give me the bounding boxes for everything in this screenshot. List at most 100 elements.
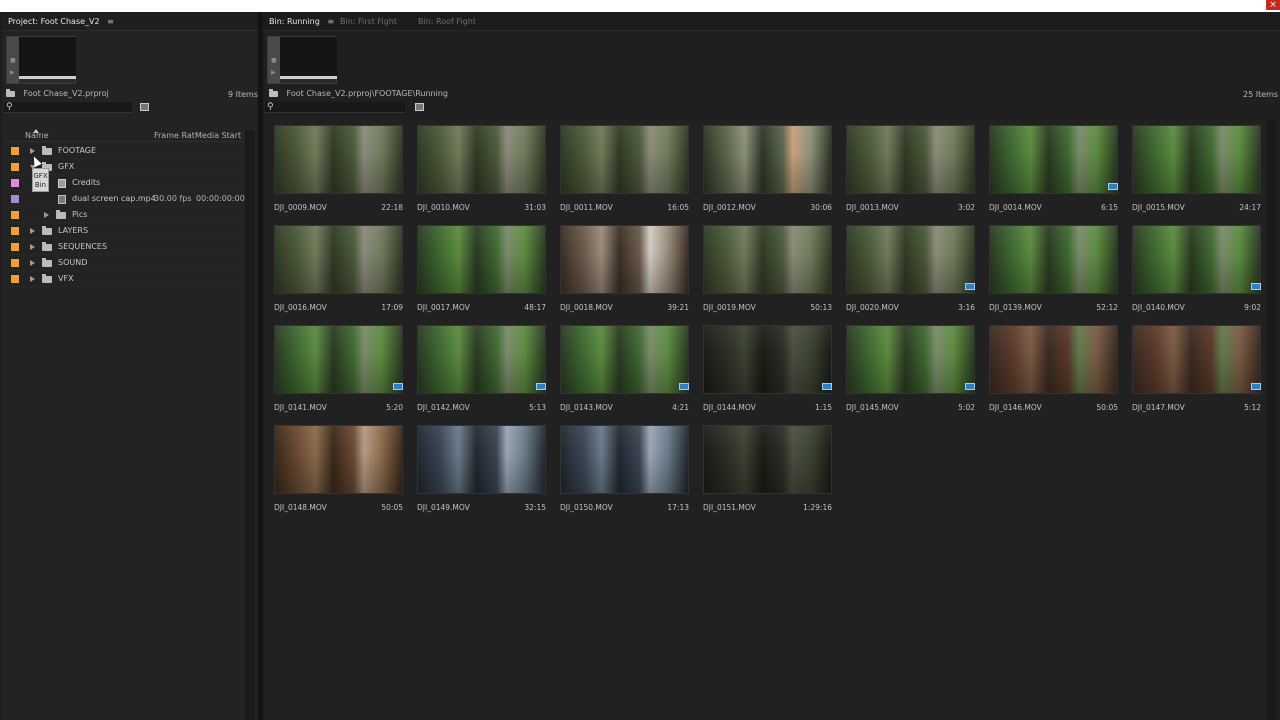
- clip-thumbnail[interactable]: [1132, 325, 1261, 394]
- project-search-input[interactable]: ⚲: [4, 102, 132, 113]
- clip-item[interactable]: DJI_0019.MOV 50:13: [701, 225, 832, 321]
- disclosure-closed-icon[interactable]: [44, 212, 49, 218]
- clip-name: DJI_0148.MOV: [274, 503, 327, 512]
- clip-item[interactable]: DJI_0148.MOV 50:05: [272, 425, 403, 521]
- clip-thumbnail[interactable]: [560, 425, 689, 494]
- play-icon[interactable]: ▶: [271, 69, 276, 76]
- tree-row-dual-screen-cap-mp4[interactable]: dual screen cap.mp4 30.00 fps 00:00:00:00: [4, 191, 245, 207]
- disclosure-closed-icon[interactable]: [30, 260, 35, 266]
- clip-item[interactable]: DJI_0020.MOV 3:16: [844, 225, 975, 321]
- clip-thumbnail[interactable]: [703, 325, 832, 394]
- project-tab-bar: Project: Foot Chase_V2 ≡: [2, 12, 258, 31]
- clip-thumbnail[interactable]: [846, 125, 975, 194]
- clip-item[interactable]: DJI_0140.MOV 9:02: [1130, 225, 1261, 321]
- tree-item-media-start: 00:00:00:00: [196, 194, 245, 203]
- clip-thumbnail[interactable]: [417, 425, 546, 494]
- clip-thumbnail[interactable]: [560, 325, 689, 394]
- clip-duration: 5:20: [386, 403, 403, 412]
- label-color-swatch[interactable]: [11, 163, 19, 171]
- clip-thumbnail[interactable]: [846, 225, 975, 294]
- clip-thumbnail[interactable]: [703, 225, 832, 294]
- clip-thumbnail[interactable]: [703, 125, 832, 194]
- tree-item-name: VFX: [58, 274, 74, 283]
- clip-thumbnail[interactable]: [846, 325, 975, 394]
- column-media-start[interactable]: Media Start: [195, 129, 241, 142]
- clip-item[interactable]: DJI_0141.MOV 5:20: [272, 325, 403, 421]
- clip-item[interactable]: DJI_0147.MOV 5:12: [1130, 325, 1261, 421]
- in-use-badge-icon: [679, 383, 689, 390]
- disclosure-closed-icon[interactable]: [30, 148, 35, 154]
- clip-item[interactable]: DJI_0016.MOV 17:09: [272, 225, 403, 321]
- clip-item[interactable]: DJI_0151.MOV 1:29:16: [701, 425, 832, 521]
- tab-project[interactable]: Project: Foot Chase_V2 ≡: [2, 12, 120, 31]
- label-color-swatch[interactable]: [11, 259, 19, 267]
- project-scrollbar[interactable]: [245, 130, 255, 720]
- clip-item[interactable]: DJI_0013.MOV 3:02: [844, 125, 975, 221]
- clip-item[interactable]: DJI_0014.MOV 6:15: [987, 125, 1118, 221]
- clip-item[interactable]: DJI_0015.MOV 24:17: [1130, 125, 1261, 221]
- clip-thumbnail[interactable]: [989, 125, 1118, 194]
- tab-bin-running[interactable]: Bin: Running ≡: [263, 12, 340, 31]
- tab-bin-first-fight[interactable]: Bin: First Fight: [334, 12, 403, 31]
- clip-thumbnail[interactable]: [274, 325, 403, 394]
- clip-item[interactable]: DJI_0146.MOV 50:05: [987, 325, 1118, 421]
- tree-row-pics[interactable]: Pics: [4, 207, 244, 223]
- label-color-swatch[interactable]: [11, 147, 19, 155]
- clip-item[interactable]: DJI_0144.MOV 1:15: [701, 325, 832, 421]
- in-use-badge-icon: [1108, 183, 1118, 190]
- clip-thumbnail[interactable]: [989, 225, 1118, 294]
- label-color-swatch[interactable]: [11, 211, 19, 219]
- clip-thumbnail[interactable]: [274, 225, 403, 294]
- clip-thumbnail[interactable]: [1132, 125, 1261, 194]
- tree-row-layers[interactable]: LAYERS: [4, 223, 244, 239]
- label-color-swatch[interactable]: [11, 179, 19, 187]
- clip-item[interactable]: DJI_0010.MOV 31:03: [415, 125, 546, 221]
- clip-item[interactable]: DJI_0145.MOV 5:02: [844, 325, 975, 421]
- camera-icon[interactable]: ■: [271, 57, 277, 64]
- new-bin-icon[interactable]: [140, 103, 149, 111]
- clip-thumbnail[interactable]: [560, 125, 689, 194]
- clip-thumbnail[interactable]: [417, 325, 546, 394]
- label-color-swatch[interactable]: [11, 275, 19, 283]
- clip-item[interactable]: DJI_0143.MOV 4:21: [558, 325, 689, 421]
- clip-thumbnail[interactable]: [274, 125, 403, 194]
- tree-row-footage[interactable]: FOOTAGE: [4, 143, 244, 159]
- clip-item[interactable]: DJI_0017.MOV 48:17: [415, 225, 546, 321]
- clip-item[interactable]: DJI_0009.MOV 22:18: [272, 125, 403, 221]
- label-color-swatch[interactable]: [11, 243, 19, 251]
- bin-scrollbar[interactable]: [1266, 120, 1276, 720]
- clip-thumbnail[interactable]: [560, 225, 689, 294]
- tab-bin-roof-fight[interactable]: Bin: Roof Fight: [412, 12, 482, 31]
- clip-thumbnail[interactable]: [703, 425, 832, 494]
- disclosure-closed-icon[interactable]: [30, 244, 35, 250]
- label-color-swatch[interactable]: [11, 227, 19, 235]
- column-frame-rate[interactable]: Frame Rat: [154, 129, 195, 142]
- clip-item[interactable]: DJI_0018.MOV 39:21: [558, 225, 689, 321]
- clip-thumbnail[interactable]: [417, 125, 546, 194]
- disclosure-closed-icon[interactable]: [30, 228, 35, 234]
- disclosure-closed-icon[interactable]: [30, 276, 35, 282]
- clip-item[interactable]: DJI_0150.MOV 17:13: [558, 425, 689, 521]
- label-color-swatch[interactable]: [11, 195, 19, 203]
- clip-item[interactable]: DJI_0012.MOV 30:06: [701, 125, 832, 221]
- window-close-icon[interactable]: ×: [1266, 0, 1280, 10]
- clip-item[interactable]: DJI_0142.MOV 5:13: [415, 325, 546, 421]
- clip-item[interactable]: DJI_0139.MOV 52:12: [987, 225, 1118, 321]
- new-bin-icon[interactable]: [415, 103, 424, 111]
- play-icon[interactable]: ▶: [10, 69, 15, 76]
- camera-icon[interactable]: ■: [10, 57, 16, 64]
- panel-menu-icon[interactable]: ≡: [107, 17, 114, 26]
- clip-thumbnail[interactable]: [1132, 225, 1261, 294]
- clip-thumbnail[interactable]: [989, 325, 1118, 394]
- tree-row-vfx[interactable]: VFX: [4, 271, 244, 287]
- clip-duration: 3:02: [958, 203, 975, 212]
- clip-item[interactable]: DJI_0149.MOV 32:15: [415, 425, 546, 521]
- tree-row-sequences[interactable]: SEQUENCES: [4, 239, 244, 255]
- clip-thumbnail[interactable]: [417, 225, 546, 294]
- bin-tab-bar: Bin: Running ≡ Bin: First Fight Bin: Roo…: [263, 12, 1280, 31]
- tree-item-name: Pics: [72, 210, 88, 219]
- bin-search-input[interactable]: ⚲: [265, 102, 405, 113]
- clip-thumbnail[interactable]: [274, 425, 403, 494]
- tree-row-sound[interactable]: SOUND: [4, 255, 244, 271]
- clip-item[interactable]: DJI_0011.MOV 16:05: [558, 125, 689, 221]
